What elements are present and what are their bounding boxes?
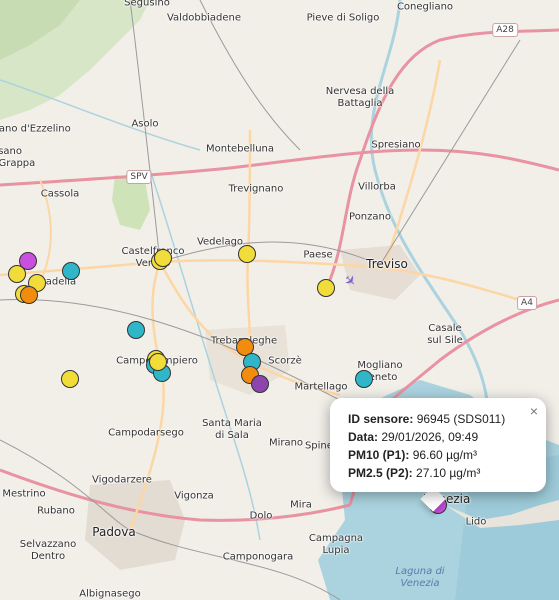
road-shield-a28: A28 [492,23,518,37]
popup-row-id: ID sensore: 96945 (SDS011) [348,410,528,428]
place-label-vedelago: Vedelago [196,236,244,248]
place-label-valdobbiadene: Valdobbiadene [166,12,242,24]
sensor-marker[interactable] [20,286,38,304]
popup-pm10-label: PM10 (P1): [348,448,410,462]
place-label-campagna-lupia: Campagna Lupia [308,533,364,556]
place-label-rubano: Rubano [37,505,75,517]
place-label-romano-d-ezzelino: rmano d'Ezzelino [0,123,71,135]
popup-date-label: Data: [348,430,379,444]
place-label-mira: Mira [290,499,312,511]
place-label-cassola: Cassola [40,188,80,200]
close-icon[interactable]: × [530,402,538,420]
sensor-marker[interactable] [317,279,335,297]
place-label-treviso: Treviso [366,257,408,271]
popup-id-label: ID sensore: [348,412,414,426]
place-label-spresiano: Spresiano [371,139,421,151]
place-label-vigodarzere: Vigodarzere [92,474,152,486]
place-label-camponogara: Camponogara [222,551,294,563]
place-label-trevignano: Trevignano [228,183,284,195]
place-label-montebelluna: Montebelluna [205,143,275,155]
place-label-laguna-di-venezia: Laguna di Venezia [395,566,445,589]
place-label-nervesa-della-battaglia: Nervesa della Battaglia [325,86,395,109]
place-label-selvazzano-dentro: Selvazzano Dentro [19,539,77,562]
place-label-villorba: Villorba [358,181,396,193]
place-label-pieve-di-soligo: Pieve di Soligo [306,12,380,24]
road-shield-spv: SPV [126,170,152,184]
place-label-casale-sul-sile: Casale sul Sile [427,323,463,346]
sensor-popup: × ID sensore: 96945 (SDS011) Data: 29/01… [330,398,546,492]
place-label-albignasego: Albignasego [79,588,141,600]
place-label-paese: Paese [303,249,333,261]
place-label-segusino: Segusino [124,0,170,9]
sensor-marker[interactable] [154,249,172,267]
popup-id-value: 96945 (SDS011) [416,412,506,426]
place-label-martellago: Martellago [294,381,348,393]
place-label-padova: Padova [92,525,136,539]
popup-row-date: Data: 29/01/2026, 09:49 [348,428,528,446]
place-label-lido: Lido [465,516,487,528]
sensor-marker[interactable] [355,370,373,388]
place-label-campodarsego: Campodarsego [108,427,184,439]
sensor-marker[interactable] [238,245,256,263]
sensor-marker[interactable] [61,370,79,388]
map-base-layer [0,0,559,600]
popup-date-value: 29/01/2026, 09:49 [381,430,479,444]
place-label-asolo: Asolo [131,118,159,130]
place-label-conegliano: Conegliano [396,1,454,13]
map-canvas[interactable]: Segusino Valdobbiadene Pieve di Soligo C… [0,0,559,600]
popup-pm25-value: 27.10 µg/m³ [416,466,481,480]
place-label-vigonza: Vigonza [174,490,214,502]
sensor-marker[interactable] [149,353,167,371]
place-label-dolo: Dolo [249,510,273,522]
sensor-marker[interactable] [127,321,145,339]
place-label-bassano-del-grappa: Bassano del Grappa [0,146,36,169]
sensor-marker[interactable] [8,265,26,283]
sensor-marker[interactable] [251,375,269,393]
place-label-mestrino: Mestrino [2,488,46,500]
road-shield-a4: A4 [517,296,537,310]
popup-row-pm10: PM10 (P1): 96.60 µg/m³ [348,446,528,464]
popup-row-pm25: PM2.5 (P2): 27.10 µg/m³ [348,464,528,482]
place-label-santa-maria-di-sala: Santa Maria di Sala [202,418,262,441]
popup-pm25-label: PM2.5 (P2): [348,466,413,480]
place-label-scorze: Scorzè [268,355,302,367]
place-label-mirano: Mirano [268,437,304,449]
sensor-marker[interactable] [62,262,80,280]
popup-pm10-value: 96.60 µg/m³ [412,448,477,462]
place-label-ponzano: Ponzano [349,211,391,223]
